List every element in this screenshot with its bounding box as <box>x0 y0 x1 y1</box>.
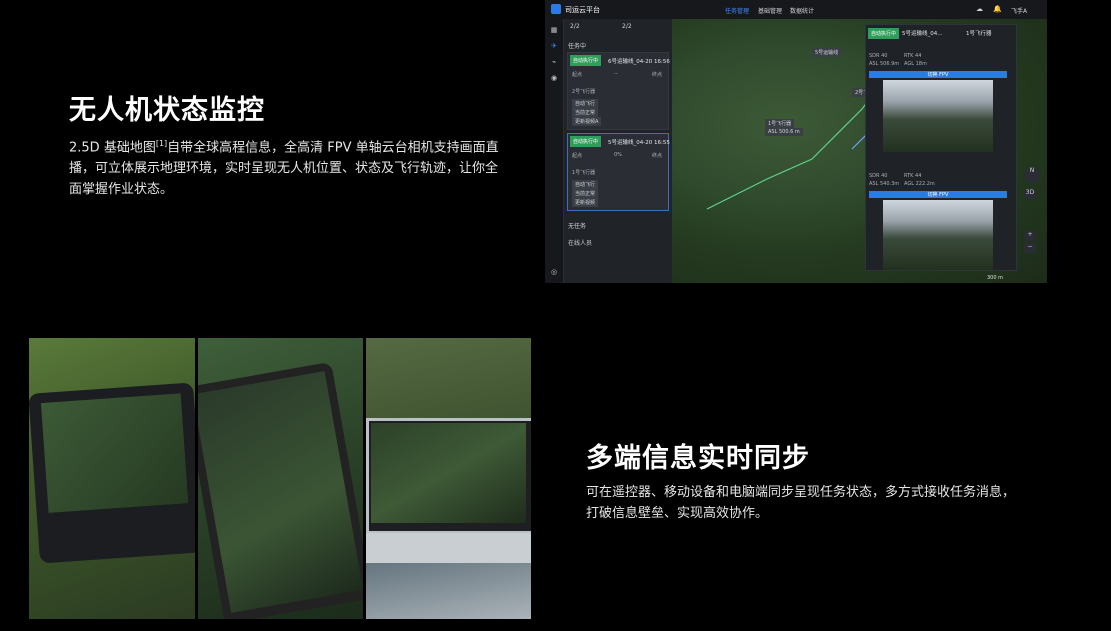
device-count: 2/2 <box>622 23 632 30</box>
status-badge: 自动执行中 <box>570 136 602 147</box>
task-name: 5号运输线_04-20 16:55 <box>608 140 670 146</box>
scale-bar: 300 m <box>987 275 1004 281</box>
laptop-screen <box>366 418 531 534</box>
bell-icon[interactable]: 🔔 <box>993 5 1002 14</box>
section-desc-sync: 可在遥控器、移动设备和电脑端同步呈现任务状态，多方式接收任务消息，打破信息壁垒、… <box>586 485 1016 521</box>
drone-icon[interactable]: ✈ <box>549 41 559 51</box>
pill: 当前正常 <box>572 189 599 198</box>
desc-pre: 2.5D 基础地图 <box>69 140 156 156</box>
task-card[interactable]: 自动执行中 5号运输线_04-20 16:55 起点 0% 终点 1号飞行器 自… <box>567 133 670 211</box>
status-badge: 自动执行中 <box>868 28 900 39</box>
nav-stats[interactable]: 数据统计 <box>790 6 814 15</box>
task-from: 起点 <box>572 153 583 159</box>
pill: 自动飞行 <box>572 99 599 108</box>
app-screenshot: 司运云平台 任务管理 基础管理 数据统计 ☁ 🔔 飞手A ▦ ✈ ⌁ ◉ ◎ 2… <box>545 0 1047 283</box>
map-view[interactable]: 5号运输线 2号飞行器 1号飞行器 ASL 500.6 m 自动执行中 5号运输… <box>672 19 1047 283</box>
status-badge: 自动执行中 <box>570 55 602 66</box>
drone-name: 1号飞行器 <box>572 170 596 176</box>
map-label: 1号飞行器 <box>765 119 795 128</box>
user-name[interactable]: 飞手A <box>1011 6 1027 15</box>
drone-detail-panel: 自动执行中 5号运输线_04... 1号飞行器 SDR 40 RTK 44 AS… <box>865 24 1017 271</box>
stat: ASL 540.3m <box>869 181 900 187</box>
pill: 自动飞行 <box>572 180 599 189</box>
tablet-device <box>198 361 363 619</box>
globe-icon[interactable]: ◎ <box>549 267 559 277</box>
zoom-in-button[interactable]: + <box>1024 231 1036 241</box>
task-progress: -- <box>614 71 618 77</box>
task-name: 6号运输线_04-20 16:56 <box>608 59 670 65</box>
app-logo-icon <box>551 4 561 14</box>
route-icon[interactable]: ⌁ <box>549 57 559 67</box>
float-drone: 1号飞行器 <box>966 31 992 37</box>
zoom-out-button[interactable]: − <box>1024 243 1036 253</box>
tablet-screen <box>198 371 363 613</box>
running-section[interactable]: 任务中 <box>568 41 586 50</box>
stat: ASL 506.9m <box>869 61 900 67</box>
laptop-map <box>371 423 526 523</box>
photo-tablet <box>198 338 363 619</box>
task-card[interactable]: 自动执行中 6号运输线_04-20 16:56 起点 -- 终点 2号飞行器 自… <box>567 52 670 130</box>
float-title: 5号运输线_04... <box>902 31 943 37</box>
controller-screen <box>40 393 189 513</box>
location-icon[interactable]: ◉ <box>549 73 559 83</box>
fpv-switch-button[interactable]: 切换 FPV <box>869 71 1007 78</box>
section-title-monitoring: 无人机状态监控 <box>69 95 265 126</box>
task-from: 起点 <box>572 72 583 78</box>
nav-base[interactable]: 基础管理 <box>758 6 782 15</box>
task-progress: 0% <box>614 152 622 158</box>
footnote-ref[interactable]: [1] <box>156 139 167 148</box>
section-desc-monitoring: 2.5D 基础地图[1]自带全球高程信息，全高清 FPV 单轴云台相机支持画面直… <box>69 133 499 200</box>
compass-icon[interactable]: N <box>1024 167 1040 183</box>
map-label: ASL 500.6 m <box>765 128 803 136</box>
task-to: 终点 <box>652 72 663 78</box>
section-title-sync: 多端信息实时同步 <box>586 443 810 474</box>
photo-remote-controller <box>29 338 195 619</box>
online-section[interactable]: 在线人员 <box>568 238 592 247</box>
no-task-section[interactable]: 无任务 <box>568 221 586 230</box>
nav-task[interactable]: 任务管理 <box>725 6 749 15</box>
side-iconbar: ▦ ✈ ⌁ ◉ ◎ <box>545 19 564 283</box>
fpv-video <box>883 200 993 270</box>
pill: 更新视频A <box>572 117 602 126</box>
photo-laptop <box>366 338 531 619</box>
pill: 当前正常 <box>572 108 599 117</box>
controller-device <box>29 382 195 564</box>
app-brand: 司运云平台 <box>565 6 600 14</box>
3d-toggle-button[interactable]: 3D <box>1024 189 1036 199</box>
app-topbar: 司运云平台 任务管理 基础管理 数据统计 ☁ 🔔 飞手A <box>545 0 1047 20</box>
map-label: 5号运输线 <box>812 48 842 57</box>
task-panel: 2/2 2/2 任务中 自动执行中 6号运输线_04-20 16:56 起点 -… <box>564 19 672 283</box>
stat: SDR 40 <box>869 53 888 59</box>
fpv-switch-button[interactable]: 切换 FPV <box>869 191 1007 198</box>
calendar-icon[interactable]: ▦ <box>549 25 559 35</box>
task-to: 终点 <box>652 153 663 159</box>
stat: RTK 44 <box>904 173 922 179</box>
fpv-video <box>883 80 993 152</box>
drone-name: 2号飞行器 <box>572 89 596 95</box>
drone-count: 2/2 <box>570 23 580 30</box>
stat: SDR 40 <box>869 173 888 179</box>
stat: AGL 18m <box>904 61 927 67</box>
laptop-keyboard <box>366 533 531 563</box>
weather-icon[interactable]: ☁ <box>975 5 984 14</box>
pill: 更新视频 <box>572 198 599 207</box>
stat: AGL 222.2m <box>904 181 935 187</box>
stat: RTK 44 <box>904 53 922 59</box>
